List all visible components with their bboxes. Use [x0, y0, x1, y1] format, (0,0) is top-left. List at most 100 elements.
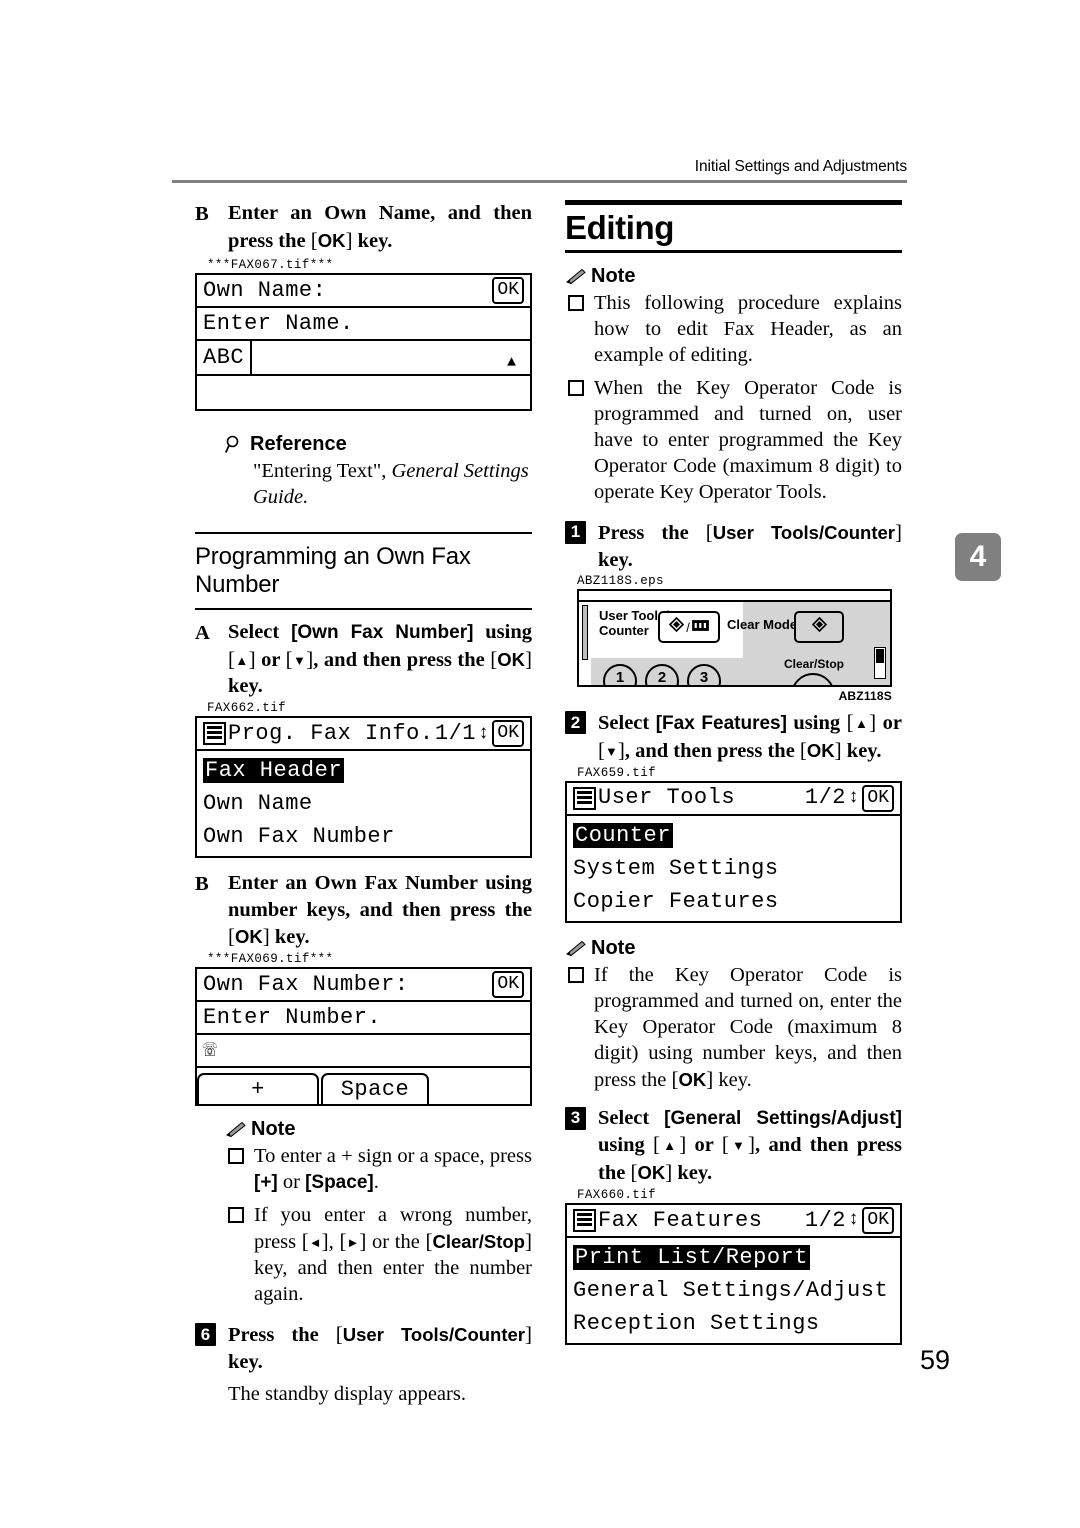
- screen-item-general-settings-adjust: [General Settings/Adjust]: [664, 1107, 902, 1129]
- document-page: Initial Settings and Adjustments 4 59 BE…: [0, 0, 1080, 1528]
- note-list: This following procedure explains how to…: [565, 290, 902, 505]
- lcd-menu-item[interactable]: General Settings/Adjust: [567, 1274, 900, 1307]
- key-up-arrow: ▲: [853, 716, 870, 732]
- step-text: Select: [598, 1106, 665, 1129]
- panel-left-bar: [582, 605, 588, 661]
- key-user-tools-counter: User Tools/Counter: [342, 1324, 525, 1346]
- note-text: When the Key Operator Code is programmed…: [594, 376, 902, 503]
- lcd-menu-item[interactable]: Counter: [567, 819, 900, 852]
- lcd-ok-button[interactable]: OK: [492, 719, 524, 747]
- step-marker-3: 3: [565, 1106, 586, 1130]
- lcd-ok-button[interactable]: OK: [492, 970, 524, 998]
- lcd-fax-features: Fax Features 1/2 ↕ OK Print List/Report …: [565, 1202, 902, 1345]
- figure-filename-fax067: ***FAX067.tif***: [207, 258, 334, 273]
- note-heading: Note: [225, 1118, 532, 1141]
- lcd-menu-item[interactable]: Copier Features: [567, 885, 900, 918]
- step-marker-a: A: [195, 622, 210, 644]
- lcd-user-tools: User Tools 1/2 ↕ OK Counter System Setti…: [565, 780, 902, 923]
- note-label: Note: [591, 264, 636, 287]
- lcd-title-row: User Tools 1/2 ↕ OK: [567, 783, 900, 816]
- step-text: key.: [228, 675, 263, 698]
- note-text: ,: [328, 1231, 340, 1254]
- step-2-select-fax-features: 2 Select [Fax Features] using [▲] or [▼],…: [565, 709, 902, 764]
- lcd-title-text: Own Name:: [203, 278, 327, 304]
- step-6-body: The standby display appears.: [228, 1383, 466, 1406]
- note-text: .: [373, 1170, 379, 1193]
- lcd-own-name-entry: Own Name: OK Enter Name. ABC ▲: [195, 273, 532, 412]
- key-ok: OK: [678, 1068, 707, 1090]
- lcd-menu-item[interactable]: Print List/Report: [567, 1241, 900, 1274]
- note-label: Note: [591, 936, 636, 959]
- key-down-arrow: ▼: [292, 652, 307, 668]
- key-plus-label: [+]: [254, 1171, 278, 1193]
- note-text: key, and then enter the number again.: [254, 1257, 532, 1306]
- reference-quoted: "Entering Text",: [253, 460, 392, 483]
- note-text: key.: [713, 1068, 752, 1091]
- note-list: To enter a + sign or a space, press [+] …: [225, 1143, 532, 1307]
- lcd-title-text: User Tools: [598, 785, 736, 811]
- right-column: Editing Note This following procedure ex…: [565, 200, 902, 1345]
- lcd-ok-button[interactable]: OK: [862, 784, 894, 812]
- lcd-menu-item[interactable]: Reception Settings: [567, 1307, 900, 1340]
- step-marker-b: B: [195, 872, 209, 895]
- header-rule: [172, 180, 907, 183]
- updown-arrow-icon: ↕: [847, 786, 859, 809]
- left-column: B Enter an Own Name, and then press the […: [195, 200, 532, 1408]
- chapter-tab: 4: [955, 533, 1001, 581]
- step-1-press-user-tools: 1 Press the [User Tools/Counter] key.: [565, 519, 902, 573]
- step-select-own-fax-number: A Select [Own Fax Number] using [▲] or [▼…: [195, 621, 532, 698]
- key-down-arrow: ▼: [605, 743, 618, 759]
- key-ok: OK: [317, 229, 346, 251]
- lcd-menu-item[interactable]: Fax Header: [197, 754, 530, 787]
- operation-panel: User Tools/Counter / Clear Modes 1 2 3 C…: [577, 589, 892, 688]
- lcd-title-text: Fax Features: [598, 1207, 763, 1233]
- bullet-square-icon: [228, 1147, 244, 1164]
- lcd-text-field[interactable]: ▲: [252, 341, 530, 374]
- lcd-plus-key[interactable]: +: [197, 1072, 319, 1104]
- lcd-menu-item[interactable]: Own Name: [197, 787, 530, 820]
- operation-panel-figure: User Tools/Counter / Clear Modes 1 2 3 C…: [577, 589, 914, 703]
- diamond-icon: [669, 617, 685, 637]
- user-tools-counter-button[interactable]: /: [658, 611, 720, 644]
- lcd-menu-item-label: General Settings/Adjust: [573, 1277, 889, 1303]
- note-item: When the Key Operator Code is programmed…: [565, 375, 902, 505]
- step-text: using: [473, 621, 532, 643]
- lcd-space-key[interactable]: Space: [321, 1072, 429, 1104]
- lcd-input-row: ABC ▲: [197, 341, 530, 377]
- lcd-menu-item[interactable]: Own Fax Number: [197, 820, 530, 853]
- clear-modes-button[interactable]: [794, 611, 844, 644]
- heading-rule-top: [565, 200, 902, 205]
- label-clear-stop: Clear/Stop: [784, 657, 845, 672]
- telephone-icon: ☏: [203, 1036, 218, 1063]
- key-ok: OK: [806, 739, 835, 761]
- key-up-arrow: ▲: [660, 1138, 680, 1154]
- section-heading-programming: Programming an Own Fax Number: [195, 543, 471, 599]
- pencil-icon: [565, 940, 586, 957]
- step-text: , and then press the: [624, 739, 800, 762]
- lcd-input-mode[interactable]: ABC: [197, 341, 253, 375]
- lcd-ok-button[interactable]: OK: [492, 277, 524, 305]
- note-heading: Note: [565, 265, 902, 288]
- key-ok: OK: [637, 1161, 666, 1183]
- bullet-square-icon: [568, 379, 584, 396]
- reference-body: "Entering Text", General Settings Guide.: [225, 458, 532, 510]
- note-text: To enter a + sign or a space, press: [254, 1144, 532, 1167]
- menu-icon: [573, 786, 596, 810]
- lcd-menu-item-label: Own Fax Number: [203, 823, 395, 849]
- figure-filename-abz118s: ABZ118S.eps: [577, 574, 664, 589]
- lcd-ok-button[interactable]: OK: [862, 1206, 894, 1234]
- lcd-menu-item-label: Reception Settings: [573, 1310, 820, 1336]
- screen-item-own-fax-number: [Own Fax Number]: [291, 622, 474, 643]
- step-text: Select: [228, 621, 292, 643]
- key-left-arrow: ◄: [308, 1235, 322, 1251]
- bullet-square-icon: [568, 966, 584, 983]
- lcd-own-fax-number-entry: Own Fax Number: OK Enter Number. ☏ + Spa…: [195, 966, 532, 1106]
- lcd-page-indicator: 1/2: [804, 785, 846, 811]
- lcd-menu-item[interactable]: System Settings: [567, 852, 900, 885]
- step-marker-2: 2: [565, 711, 586, 735]
- screen-item-fax-features: [Fax Features]: [655, 713, 787, 735]
- lcd-title-text: Own Fax Number:: [203, 971, 409, 997]
- step-text: or: [686, 1134, 722, 1157]
- reference-heading: Reference: [224, 433, 532, 456]
- step-press-user-tools-counter: 6 Press the [User Tools/Counter] key.: [195, 1321, 532, 1375]
